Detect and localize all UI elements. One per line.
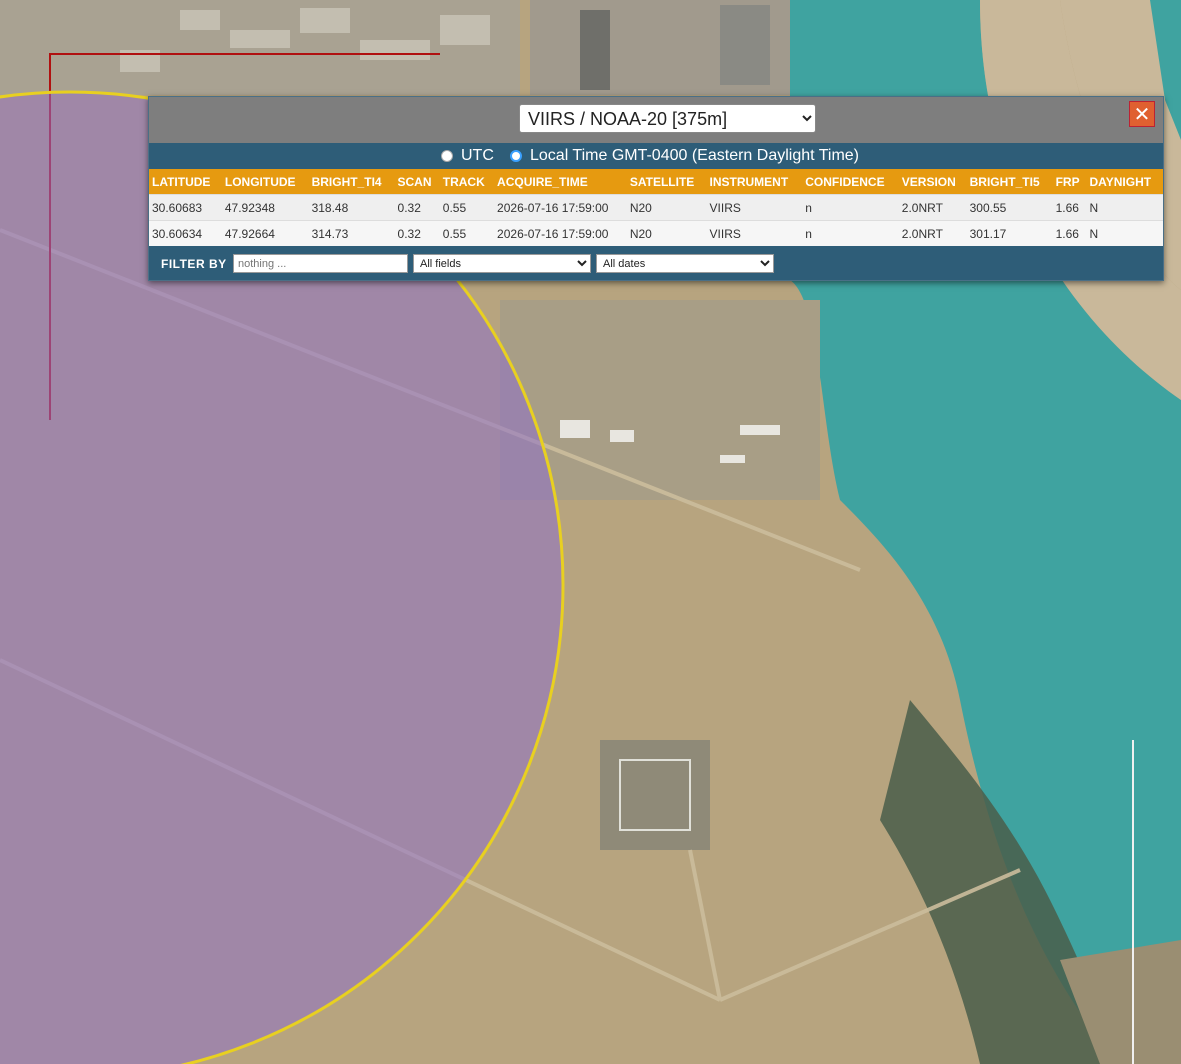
- col-bright-ti5[interactable]: BRIGHT_TI5: [966, 169, 1053, 195]
- filter-label: FILTER BY: [161, 257, 227, 271]
- fire-data-panel: VIIRS / NOAA-20 [375m] ✕ UTC Local Time …: [148, 96, 1164, 281]
- cell-satellite: N20: [626, 220, 707, 246]
- local-time-label: Local Time GMT-0400 (Eastern Daylight Ti…: [530, 147, 860, 164]
- col-satellite[interactable]: SATELLITE: [626, 169, 707, 195]
- cell-frp: 1.66: [1052, 220, 1087, 246]
- close-button[interactable]: ✕: [1129, 101, 1155, 127]
- filter-dates-select[interactable]: All dates: [596, 254, 774, 273]
- cell-daynight: N: [1086, 194, 1163, 221]
- utc-label: UTC: [461, 147, 494, 164]
- local-time-option[interactable]: Local Time GMT-0400 (Eastern Daylight Ti…: [510, 147, 859, 165]
- cell-bright-ti4: 318.48: [308, 194, 395, 221]
- cell-bright-ti5: 300.55: [966, 194, 1053, 221]
- col-latitude[interactable]: LATITUDE: [149, 169, 222, 195]
- col-longitude[interactable]: LONGITUDE: [221, 169, 309, 195]
- cell-acquire-time: 2026-07-16 17:59:00: [494, 220, 627, 246]
- cell-confidence: n: [802, 194, 899, 221]
- cell-frp: 1.66: [1052, 194, 1087, 221]
- local-time-radio[interactable]: [510, 150, 522, 162]
- col-confidence[interactable]: CONFIDENCE: [802, 169, 899, 195]
- fire-table: LATITUDE LONGITUDE BRIGHT_TI4 SCAN TRACK…: [149, 169, 1163, 246]
- cell-acquire-time: 2026-07-16 17:59:00: [494, 194, 627, 221]
- filter-bar: FILTER BY All fields All dates: [149, 251, 1163, 278]
- cell-version: 2.0NRT: [898, 220, 967, 246]
- dataset-select[interactable]: VIIRS / NOAA-20 [375m]: [519, 104, 816, 133]
- cell-latitude: 30.60683: [149, 194, 222, 221]
- col-acquire-time[interactable]: ACQUIRE_TIME: [494, 169, 627, 195]
- utc-radio[interactable]: [441, 150, 453, 162]
- cell-daynight: N: [1086, 220, 1163, 246]
- cell-track: 0.55: [439, 194, 495, 221]
- cell-latitude: 30.60634: [149, 220, 222, 246]
- filter-input[interactable]: [233, 254, 408, 273]
- cell-bright-ti4: 314.73: [308, 220, 395, 246]
- col-frp[interactable]: FRP: [1052, 169, 1087, 195]
- col-daynight[interactable]: DAYNIGHT: [1086, 169, 1163, 195]
- cell-bright-ti5: 301.17: [966, 220, 1053, 246]
- filter-fields-select[interactable]: All fields: [413, 254, 591, 273]
- cell-longitude: 47.92664: [221, 220, 309, 246]
- cell-version: 2.0NRT: [898, 194, 967, 221]
- timezone-selector: UTC Local Time GMT-0400 (Eastern Dayligh…: [149, 143, 1163, 169]
- header-row: LATITUDE LONGITUDE BRIGHT_TI4 SCAN TRACK…: [149, 169, 1163, 195]
- cell-instrument: VIIRS: [706, 220, 803, 246]
- panel-header: VIIRS / NOAA-20 [375m] ✕: [149, 97, 1163, 143]
- col-track[interactable]: TRACK: [439, 169, 495, 195]
- cell-track: 0.55: [439, 220, 495, 246]
- cell-longitude: 47.92348: [221, 194, 309, 221]
- col-bright-ti4[interactable]: BRIGHT_TI4: [308, 169, 395, 195]
- col-scan[interactable]: SCAN: [394, 169, 440, 195]
- cell-scan: 0.32: [394, 194, 440, 221]
- cell-satellite: N20: [626, 194, 707, 221]
- cell-scan: 0.32: [394, 220, 440, 246]
- col-instrument[interactable]: INSTRUMENT: [706, 169, 803, 195]
- col-version[interactable]: VERSION: [898, 169, 967, 195]
- cell-instrument: VIIRS: [706, 194, 803, 221]
- table-row[interactable]: 30.60634 47.92664 314.73 0.32 0.55 2026-…: [149, 220, 1163, 246]
- utc-option[interactable]: UTC: [441, 147, 494, 165]
- cell-confidence: n: [802, 220, 899, 246]
- table-row[interactable]: 30.60683 47.92348 318.48 0.32 0.55 2026-…: [149, 194, 1163, 221]
